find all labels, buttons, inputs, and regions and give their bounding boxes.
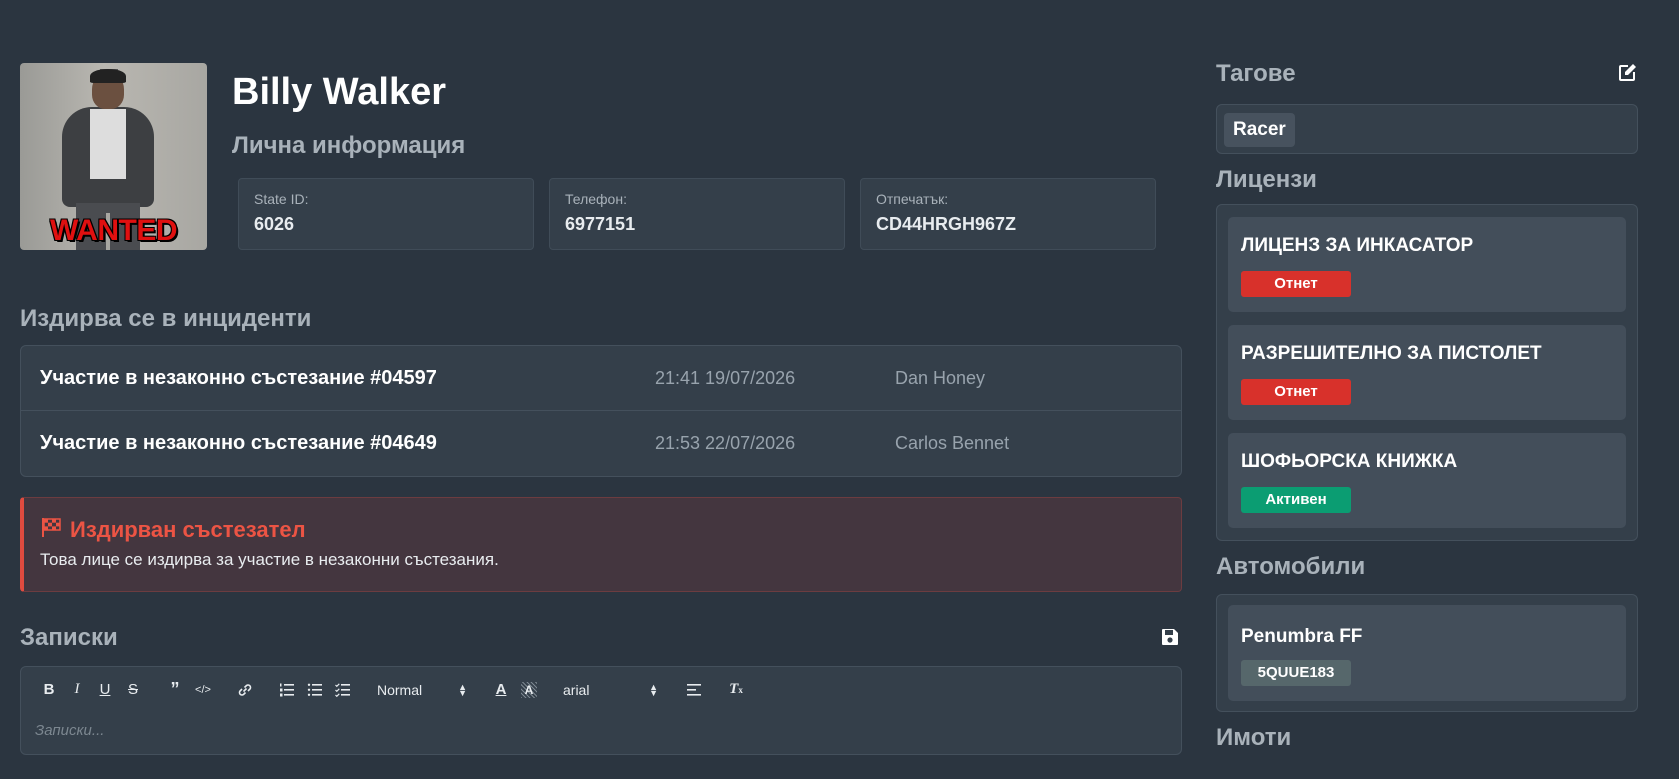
license-status-badge: Отнет <box>1241 271 1351 297</box>
field-label: Телефон: <box>565 191 627 207</box>
tags-box: Racer <box>1216 104 1638 154</box>
text-color-icon[interactable]: A <box>487 678 515 702</box>
notes-header: Записки <box>20 624 1182 652</box>
wanted-racer-alert: Издирван състезател Това лице се издирва… <box>20 497 1182 592</box>
profile-info: Billy Walker Лична информация State ID: … <box>232 63 1182 250</box>
select-arrows-icon: ▲ ▼ <box>458 681 467 698</box>
font-select-value: arial <box>563 681 590 698</box>
info-fields: State ID: 6026 Телефон: 6977151 Отпечатъ… <box>238 178 1182 250</box>
notes-input[interactable]: Записки... <box>21 712 1181 749</box>
alert-title: Издирван състезател <box>70 517 306 542</box>
profile-header: WANTED Billy Walker Лична информация Sta… <box>20 63 1182 250</box>
licenses-list: ЛИЦЕНЗ ЗА ИНКАСАТОР Отнет РАЗРЕШИТЕЛНО З… <box>1216 204 1638 541</box>
checkered-flag-icon <box>40 516 62 544</box>
align-icon[interactable] <box>680 678 708 702</box>
license-name: ШОФЬОРСКА КНИЖКА <box>1241 451 1458 472</box>
properties-heading: Имоти <box>1216 724 1292 751</box>
editor-toolbar: B I U S ” </> Normal ▲ ▼ A A arial ▲ ▼ T… <box>21 667 1181 712</box>
incident-officer: Carlos Bennet <box>895 433 1010 453</box>
vehicle-name: Penumbra FF <box>1241 626 1363 647</box>
license-status-badge: Отнет <box>1241 379 1351 405</box>
personal-info-heading: Лична информация <box>232 132 466 159</box>
clear-format-icon[interactable]: Tx <box>722 678 750 702</box>
profile-sidebar: Тагове Racer Лицензи ЛИЦЕНЗ ЗА ИНКАСАТОР… <box>1216 60 1638 752</box>
fingerprint-field: Отпечатък: CD44HRGH967Z <box>860 178 1156 250</box>
licenses-heading: Лицензи <box>1216 166 1317 193</box>
alert-text: Това лице се издирва за участие в незако… <box>40 550 499 569</box>
incidents-table: Участие в незаконно състезание #04597 21… <box>20 345 1182 477</box>
field-value: 6026 <box>254 214 295 234</box>
profile-main: WANTED Billy Walker Лична информация Sta… <box>20 63 1182 755</box>
license-status-badge: Активен <box>1241 487 1351 513</box>
underline-icon[interactable]: U <box>91 678 119 702</box>
person-name: Billy Walker <box>232 71 447 113</box>
incident-officer: Dan Honey <box>895 367 986 388</box>
field-label: State ID: <box>254 191 309 207</box>
checklist-icon[interactable] <box>329 678 357 702</box>
license-name: РАЗРЕШИТЕЛНО ЗА ПИСТОЛЕТ <box>1241 343 1542 364</box>
italic-icon[interactable]: I <box>63 678 91 702</box>
vehicle-card[interactable]: Penumbra FF 5QUUE183 <box>1228 605 1626 701</box>
code-block-icon[interactable]: </> <box>189 678 217 702</box>
ordered-list-icon[interactable] <box>273 678 301 702</box>
bullet-list-icon[interactable] <box>301 678 329 702</box>
license-card[interactable]: ЛИЦЕНЗ ЗА ИНКАСАТОР Отнет <box>1228 217 1626 312</box>
mugshot-image: WANTED <box>20 63 207 250</box>
format-select-value: Normal <box>377 681 423 698</box>
link-icon[interactable] <box>231 678 259 702</box>
state-id-field: State ID: 6026 <box>238 178 534 250</box>
incident-title: Участие в незаконно състезание #04649 <box>40 432 437 454</box>
notes-heading: Записки <box>20 624 118 651</box>
font-select[interactable]: arial ▲ ▼ <box>563 682 658 698</box>
tags-heading: Тагове <box>1216 60 1296 87</box>
background-color-icon[interactable]: A <box>521 681 537 698</box>
select-arrows-icon: ▲ ▼ <box>649 681 658 698</box>
vehicles-heading: Автомобили <box>1216 553 1366 580</box>
incident-time: 21:53 22/07/2026 <box>655 433 796 453</box>
blockquote-icon[interactable]: ” <box>161 678 189 702</box>
field-label: Отпечатък: <box>876 191 949 207</box>
bold-icon[interactable]: B <box>35 678 63 702</box>
phone-field: Телефон: 6977151 <box>549 178 845 250</box>
incident-title: Участие в незаконно състезание #04597 <box>40 366 437 389</box>
license-name: ЛИЦЕНЗ ЗА ИНКАСАТОР <box>1241 235 1474 256</box>
notes-editor[interactable]: B I U S ” </> Normal ▲ ▼ A A arial ▲ ▼ T… <box>20 666 1182 755</box>
strikethrough-icon[interactable]: S <box>119 678 147 702</box>
vehicle-plate: 5QUUE183 <box>1241 660 1351 686</box>
field-value: CD44HRGH967Z <box>876 214 1017 234</box>
incident-row[interactable]: Участие в незаконно състезание #04597 21… <box>21 346 1181 411</box>
incidents-heading: Издирва се в инциденти <box>20 305 312 332</box>
vehicles-list: Penumbra FF 5QUUE183 <box>1216 594 1638 712</box>
edit-icon[interactable] <box>1616 61 1638 88</box>
format-select[interactable]: Normal ▲ ▼ <box>377 682 467 698</box>
incident-row[interactable]: Участие в незаконно състезание #04649 21… <box>21 411 1181 476</box>
save-icon[interactable] <box>1160 627 1182 649</box>
wanted-label: WANTED <box>50 214 178 247</box>
tags-header: Тагове <box>1216 60 1638 88</box>
license-card[interactable]: РАЗРЕШИТЕЛНО ЗА ПИСТОЛЕТ Отнет <box>1228 325 1626 420</box>
field-value: 6977151 <box>565 214 636 234</box>
tag-chip[interactable]: Racer <box>1224 113 1295 147</box>
license-card[interactable]: ШОФЬОРСКА КНИЖКА Активен <box>1228 433 1626 528</box>
incident-time: 21:41 19/07/2026 <box>655 367 796 388</box>
